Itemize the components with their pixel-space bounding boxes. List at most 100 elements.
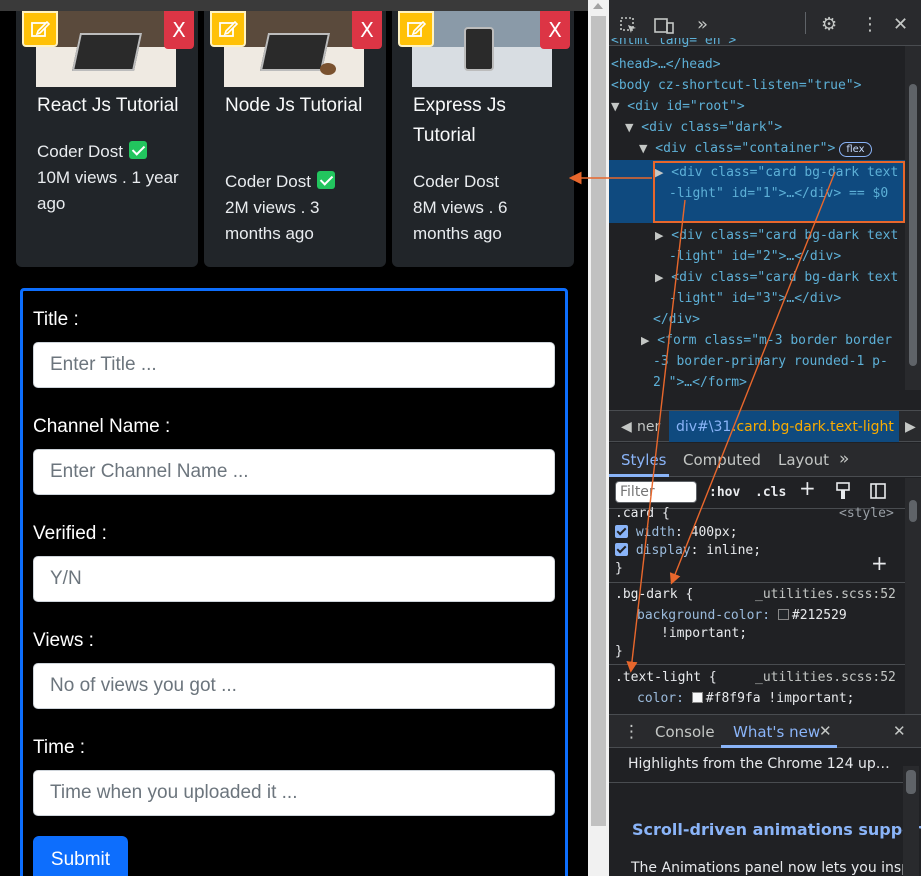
new-rule-icon[interactable]: +	[799, 478, 816, 498]
head-node[interactable]: <head>…</head>	[611, 54, 721, 75]
rule-source[interactable]: <style>	[839, 504, 894, 523]
expand-arrow-icon[interactable]: ▶	[655, 166, 663, 179]
declaration-value[interactable]: inline;	[706, 543, 761, 558]
container-div-node[interactable]: ▼ <div class="container"> flex	[639, 138, 872, 159]
rule-selector[interactable]: .card {	[615, 504, 670, 523]
declaration-value[interactable]: 400px;	[691, 525, 738, 540]
root-div-node[interactable]: ▼ <div id="root">	[611, 96, 745, 117]
breadcrumb-right-icon[interactable]: ▶	[905, 419, 916, 435]
time-input[interactable]	[33, 770, 555, 816]
add-declaration-icon[interactable]: +	[871, 553, 888, 573]
color-swatch[interactable]	[777, 609, 789, 620]
close-devtools-icon[interactable]: ✕	[893, 14, 908, 35]
close-drawer-icon[interactable]: ✕	[893, 722, 906, 740]
submit-button[interactable]: Submit	[33, 836, 128, 876]
feature-title-link[interactable]: Scroll-driven animations suppor	[632, 820, 921, 839]
breadcrumb-tag: div#\31	[676, 419, 732, 435]
edit-button[interactable]	[398, 11, 434, 47]
card-node-2-cont[interactable]: -light" id="2">…</div>	[669, 246, 841, 267]
card-node-2[interactable]: ▶ <div class="card bg-dark text	[655, 225, 898, 246]
delete-button[interactable]: X	[164, 11, 194, 49]
card-node-3[interactable]: ▶ <div class="card bg-dark text	[655, 267, 898, 288]
collapse-arrow-icon[interactable]: ▼	[625, 121, 633, 134]
declaration-property[interactable]: color:	[637, 691, 684, 706]
delete-button[interactable]: X	[540, 11, 570, 49]
drawer-scrollbar[interactable]	[903, 766, 919, 876]
more-options-icon[interactable]: ⋮	[861, 14, 879, 35]
breadcrumb-class: .card.bg-dark.text-light	[732, 419, 894, 435]
dark-div-node[interactable]: ▼ <div class="dark">	[625, 117, 782, 138]
collapse-arrow-icon[interactable]: ▼	[639, 142, 647, 155]
breadcrumb-left-icon[interactable]: ◀	[621, 419, 632, 435]
scroll-up-icon[interactable]	[593, 3, 603, 9]
verified-input[interactable]	[33, 556, 555, 602]
tab-styles[interactable]: Styles	[621, 451, 667, 469]
expand-arrow-icon[interactable]: ▶	[641, 334, 649, 347]
rule-source[interactable]: _utilities.scss:52	[755, 668, 896, 687]
declaration-property[interactable]: background-color:	[637, 608, 770, 623]
page-scrollbar[interactable]	[588, 0, 609, 876]
declaration-value[interactable]: #f8f9fa !important;	[706, 691, 855, 706]
form-node[interactable]: ▶ <form class="m-3 border border	[641, 330, 892, 351]
rule-close: }	[615, 644, 623, 659]
scrollbar-thumb[interactable]	[591, 16, 606, 826]
card-meta: 10M views . 1 year ago	[37, 168, 179, 213]
views-input[interactable]	[33, 663, 555, 709]
tab-console[interactable]: Console	[655, 723, 715, 741]
tab-computed[interactable]: Computed	[683, 451, 761, 469]
form-node-end[interactable]: 2 ">…</form>	[653, 372, 747, 390]
edit-button[interactable]	[22, 11, 58, 47]
drawer-menu-icon[interactable]: ⋮	[623, 722, 640, 742]
more-tabs-icon[interactable]: »	[839, 449, 849, 469]
device-toolbar-icon[interactable]	[653, 16, 675, 36]
css-declaration[interactable]: background-color: #212529	[637, 606, 847, 625]
css-declaration[interactable]: color: #f8f9fa !important;	[637, 689, 855, 708]
expand-arrow-icon[interactable]: ▶	[655, 271, 663, 284]
settings-gear-icon[interactable]: ⚙	[821, 14, 837, 35]
tab-layout[interactable]: Layout	[778, 451, 829, 469]
elements-scrollbar[interactable]	[905, 46, 921, 390]
scrollbar-thumb[interactable]	[909, 84, 917, 366]
edit-button[interactable]	[210, 11, 246, 47]
declaration-checkbox[interactable]	[615, 525, 628, 538]
hov-toggle[interactable]: :hov	[709, 483, 740, 502]
close-tab-icon[interactable]: ✕	[819, 722, 832, 740]
title-input[interactable]	[33, 342, 555, 388]
breadcrumb-item[interactable]: ner	[637, 419, 660, 435]
flex-badge[interactable]: flex	[839, 142, 872, 157]
video-card: X React Js Tutorial Coder Dost 10M views…	[16, 11, 198, 267]
inspect-element-icon[interactable]	[619, 16, 639, 36]
node-text: <div class="card bg-dark text	[671, 165, 899, 180]
rule-selector[interactable]: .bg-dark {	[615, 585, 693, 604]
form-node-cont[interactable]: -3 border-primary rounded-1 p-	[653, 351, 888, 372]
more-tabs-icon[interactable]: »	[697, 14, 708, 35]
card-node-1[interactable]: ▶ <div class="card bg-dark text	[655, 162, 898, 183]
breadcrumb-active[interactable]: div#\31 .card.bg-dark.text-light	[669, 411, 899, 442]
tab-whats-new[interactable]: What's new	[733, 723, 820, 741]
video-card: X Node Js Tutorial Coder Dost 2M views .…	[204, 11, 386, 267]
css-declaration[interactable]: width: 400px;	[615, 523, 738, 542]
delete-button[interactable]: X	[352, 11, 382, 49]
video-form: Title : Channel Name : Verified : Views …	[20, 288, 568, 876]
declaration-checkbox[interactable]	[615, 543, 628, 556]
channel-name-input[interactable]	[33, 449, 555, 495]
rule-selector[interactable]: .text-light {	[615, 668, 717, 687]
scrollbar-thumb[interactable]	[909, 500, 917, 522]
card-node-3-cont[interactable]: -light" id="3">…</div>	[669, 288, 841, 309]
declaration-value[interactable]: #212529	[792, 608, 847, 623]
styles-filter-input[interactable]	[615, 481, 697, 503]
cls-toggle[interactable]: .cls	[755, 483, 786, 502]
card-node-1-cont[interactable]: -light" id="1">…</div> == $0	[669, 183, 888, 204]
rule-source[interactable]: _utilities.scss:52	[755, 585, 896, 604]
paint-brush-icon[interactable]	[835, 482, 851, 500]
breadcrumb: ◀ ner div#\31 .card.bg-dark.text-light ▶	[609, 410, 921, 442]
container-close-node[interactable]: </div>	[653, 309, 700, 330]
styles-scrollbar[interactable]	[905, 478, 921, 714]
color-swatch[interactable]	[691, 692, 703, 703]
sidebar-toggle-icon[interactable]	[869, 482, 887, 500]
css-declaration[interactable]: display: inline;	[615, 541, 761, 560]
scrollbar-thumb[interactable]	[906, 770, 916, 794]
expand-arrow-icon[interactable]: ▶	[655, 229, 663, 242]
body-node[interactable]: <body cz-shortcut-listen="true">	[611, 75, 861, 96]
collapse-arrow-icon[interactable]: ▼	[611, 100, 619, 113]
